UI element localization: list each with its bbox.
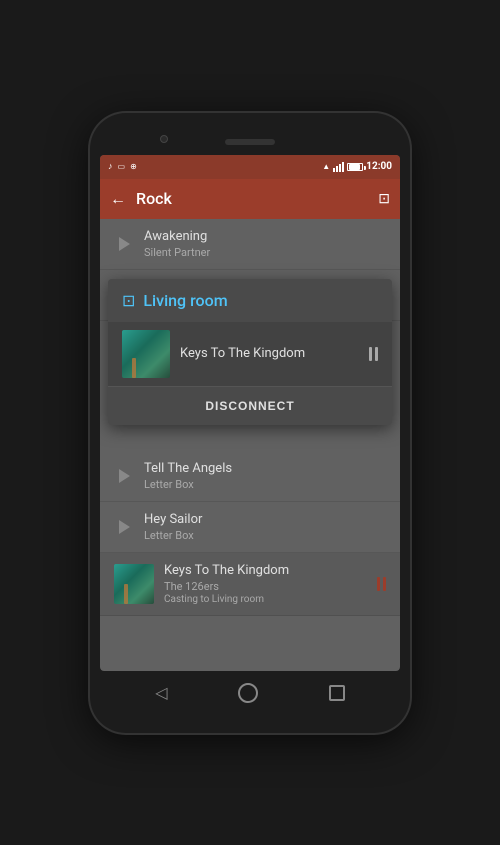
track-list: Awakening Silent Partner Wish You'd Come… xyxy=(100,219,400,671)
track-item[interactable]: Hey Sailor Letter Box xyxy=(100,502,400,553)
play-triangle-icon xyxy=(119,520,130,534)
track-info: Tell The Angels Letter Box xyxy=(144,461,386,491)
pause-bar-right xyxy=(375,347,378,361)
battery-icon xyxy=(347,163,363,171)
cast-track-title: Keys To The Kingdom xyxy=(180,346,369,361)
phone-camera xyxy=(160,135,168,143)
disconnect-button[interactable]: DISCONNECT xyxy=(108,386,392,425)
back-nav-button[interactable]: ◁ xyxy=(155,683,167,702)
track-title: Awakening xyxy=(144,229,386,244)
track-item[interactable]: Awakening Silent Partner xyxy=(100,219,400,270)
status-left-icons: ♪ ▭ ⊕ xyxy=(108,161,137,172)
pause-bar-left xyxy=(369,347,372,361)
play-triangle-icon xyxy=(119,237,130,251)
track-album-art xyxy=(114,564,154,604)
track-info: Keys To The Kingdom The 126ers Casting t… xyxy=(164,563,377,605)
recents-nav-button[interactable] xyxy=(329,685,345,701)
track-title: Tell The Angels xyxy=(144,461,386,476)
status-time: 12:00 xyxy=(366,161,392,172)
play-indicator xyxy=(114,469,134,483)
phone-device: ♪ ▭ ⊕ ▲ 12:00 ← Rock ⊡ xyxy=(90,113,410,733)
play-indicator xyxy=(114,237,134,251)
play-triangle-icon xyxy=(119,469,130,483)
phone-top-bar xyxy=(100,131,400,155)
cast-icon-button[interactable]: ⊡ xyxy=(378,191,390,207)
track-item[interactable]: Tell The Angels Letter Box xyxy=(100,451,400,502)
android-icon: ⊕ xyxy=(130,162,137,171)
play-indicator xyxy=(114,520,134,534)
cast-header: ⊡ Living room xyxy=(108,279,392,322)
status-right-icons: ▲ 12:00 xyxy=(322,161,392,172)
cast-pause-button[interactable] xyxy=(369,347,378,361)
cast-track-info: Keys To The Kingdom xyxy=(180,346,369,361)
cast-thumbnail xyxy=(122,330,170,378)
screen-icon: ▭ xyxy=(118,162,126,171)
track-item-playing[interactable]: Keys To The Kingdom The 126ers Casting t… xyxy=(100,553,400,616)
track-title: Hey Sailor xyxy=(144,512,386,527)
cast-dialog: ⊡ Living room Keys To The Kingdom DISC xyxy=(108,279,392,425)
signal-icon xyxy=(333,162,344,172)
track-info: Awakening Silent Partner xyxy=(144,229,386,259)
track-artist: Letter Box xyxy=(144,529,386,542)
track-artist: Silent Partner xyxy=(144,246,386,259)
cast-now-playing: Keys To The Kingdom xyxy=(108,322,392,386)
wifi-icon: ▲ xyxy=(322,162,330,171)
toolbar: ← Rock ⊡ xyxy=(100,179,400,219)
phone-speaker xyxy=(225,139,275,145)
cast-dialog-icon: ⊡ xyxy=(122,291,135,310)
track-title: Keys To The Kingdom xyxy=(164,563,377,578)
pause-bar-right xyxy=(383,577,386,591)
track-info: Hey Sailor Letter Box xyxy=(144,512,386,542)
back-button[interactable]: ← xyxy=(110,189,126,209)
track-album-art xyxy=(122,330,170,378)
cast-room-name: Living room xyxy=(143,291,227,310)
pause-button[interactable] xyxy=(377,577,386,591)
music-icon: ♪ xyxy=(108,161,113,172)
track-thumbnail xyxy=(114,564,154,604)
status-bar: ♪ ▭ ⊕ ▲ 12:00 xyxy=(100,155,400,179)
toolbar-title: Rock xyxy=(136,189,378,208)
track-artist: The 126ers xyxy=(164,580,377,593)
track-artist: Letter Box xyxy=(144,478,386,491)
nav-bar: ◁ xyxy=(100,671,400,715)
pause-bar-left xyxy=(377,577,380,591)
track-casting-label: Casting to Living room xyxy=(164,594,377,605)
phone-screen: ♪ ▭ ⊕ ▲ 12:00 ← Rock ⊡ xyxy=(100,155,400,671)
home-nav-button[interactable] xyxy=(238,683,258,703)
